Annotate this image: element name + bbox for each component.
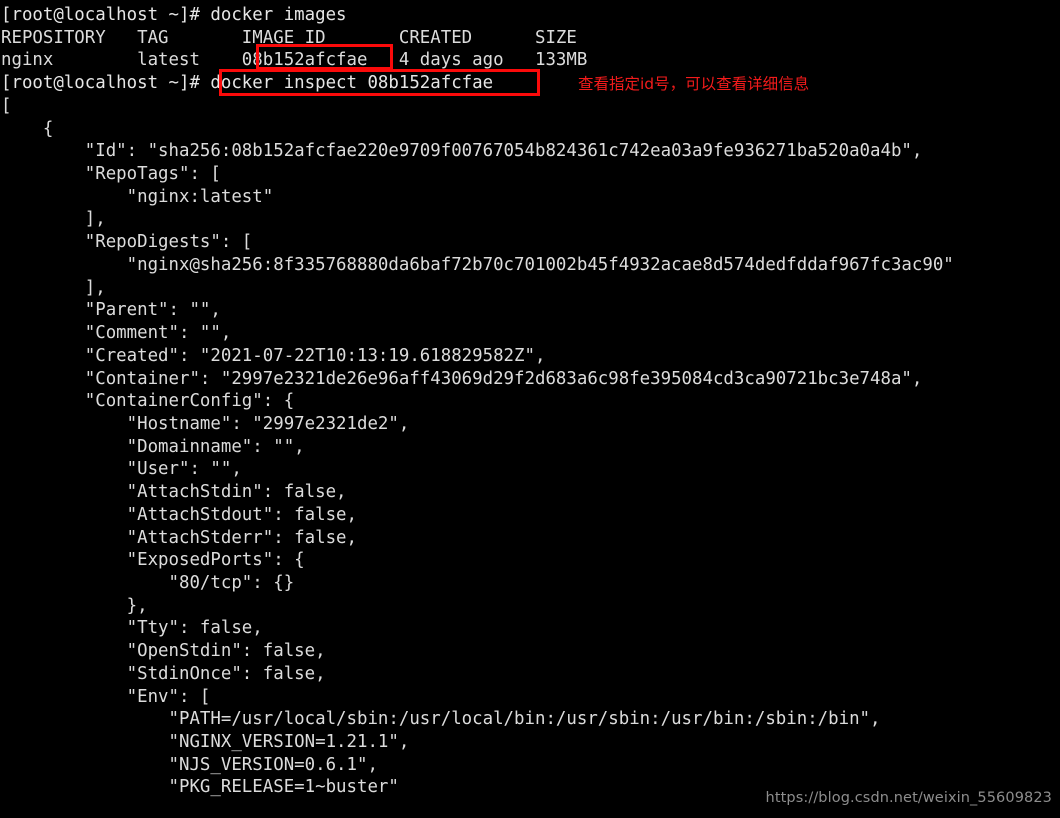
terminal-line-repotags: "RepoTags": [ xyxy=(1,164,221,185)
terminal-line-env: "Env": [ xyxy=(1,686,211,707)
terminal-output: [root@localhost ~]# docker images REPOSI… xyxy=(0,4,1060,799)
terminal-window[interactable]: [root@localhost ~]# docker images REPOSI… xyxy=(0,0,1060,818)
terminal-line-comment: "Comment": "", xyxy=(1,323,232,344)
terminal-line-exposedports: "ExposedPorts": { xyxy=(1,550,305,571)
annotation-note: 查看指定id号，可以查看详细信息 xyxy=(578,75,810,93)
terminal-line-attachstdin: "AttachStdin": false, xyxy=(1,482,347,503)
terminal-line-domainname: "Domainname": "", xyxy=(1,436,305,457)
terminal-line-user: "User": "", xyxy=(1,459,242,480)
terminal-line-repodigests: "RepoDigests": [ xyxy=(1,232,253,253)
terminal-line-attachstderr: "AttachStderr": false, xyxy=(1,527,357,548)
terminal-line-env-nginx-version: "NGINX_VERSION=1.21.1", xyxy=(1,732,410,752)
terminal-line-hostname: "Hostname": "2997e2321de2", xyxy=(1,413,410,434)
terminal-line: [ xyxy=(1,95,12,116)
terminal-line-exposedports-value: "80/tcp": {} xyxy=(1,572,295,593)
terminal-line-env-path: "PATH=/usr/local/sbin:/usr/local/bin:/us… xyxy=(1,709,881,730)
watermark: https://blog.csdn.net/weixin_55609823 xyxy=(765,790,1052,807)
terminal-line: ], xyxy=(1,209,106,230)
terminal-line: ], xyxy=(1,277,106,298)
terminal-line-attachstdout: "AttachStdout": false, xyxy=(1,504,357,525)
terminal-line-container: "Container": "2997e2321de26e96aff43069d2… xyxy=(1,368,923,389)
terminal-line-parent: "Parent": "", xyxy=(1,300,221,321)
terminal-line-openstdin: "OpenStdin": false, xyxy=(1,641,326,662)
terminal-line-repotags-value: "nginx:latest" xyxy=(1,186,274,207)
terminal-line-repodigests-value: "nginx@sha256:8f335768880da6baf72b70c701… xyxy=(1,254,954,275)
terminal-line-command-images: [root@localhost ~]# docker images xyxy=(1,5,347,25)
images-table-row: nginx latest 08b152afcfae 4 days ago 133… xyxy=(1,50,588,71)
terminal-line-tty: "Tty": false, xyxy=(1,618,263,639)
terminal-line-id: "Id": "sha256:08b152afcfae220e9709f00767… xyxy=(1,141,923,162)
terminal-line-stdinonce: "StdinOnce": false, xyxy=(1,663,326,684)
terminal-line-env-njs-version: "NJS_VERSION=0.6.1", xyxy=(1,754,378,775)
terminal-line-created: "Created": "2021-07-22T10:13:19.61882958… xyxy=(1,345,546,366)
terminal-line: }, xyxy=(1,595,148,616)
terminal-line: { xyxy=(1,118,54,139)
images-table-header: REPOSITORY TAG IMAGE ID CREATED SIZE xyxy=(1,27,577,48)
terminal-line-containerconfig: "ContainerConfig": { xyxy=(1,391,295,412)
terminal-line-command-inspect: [root@localhost ~]# docker inspect 08b15… xyxy=(1,73,494,94)
